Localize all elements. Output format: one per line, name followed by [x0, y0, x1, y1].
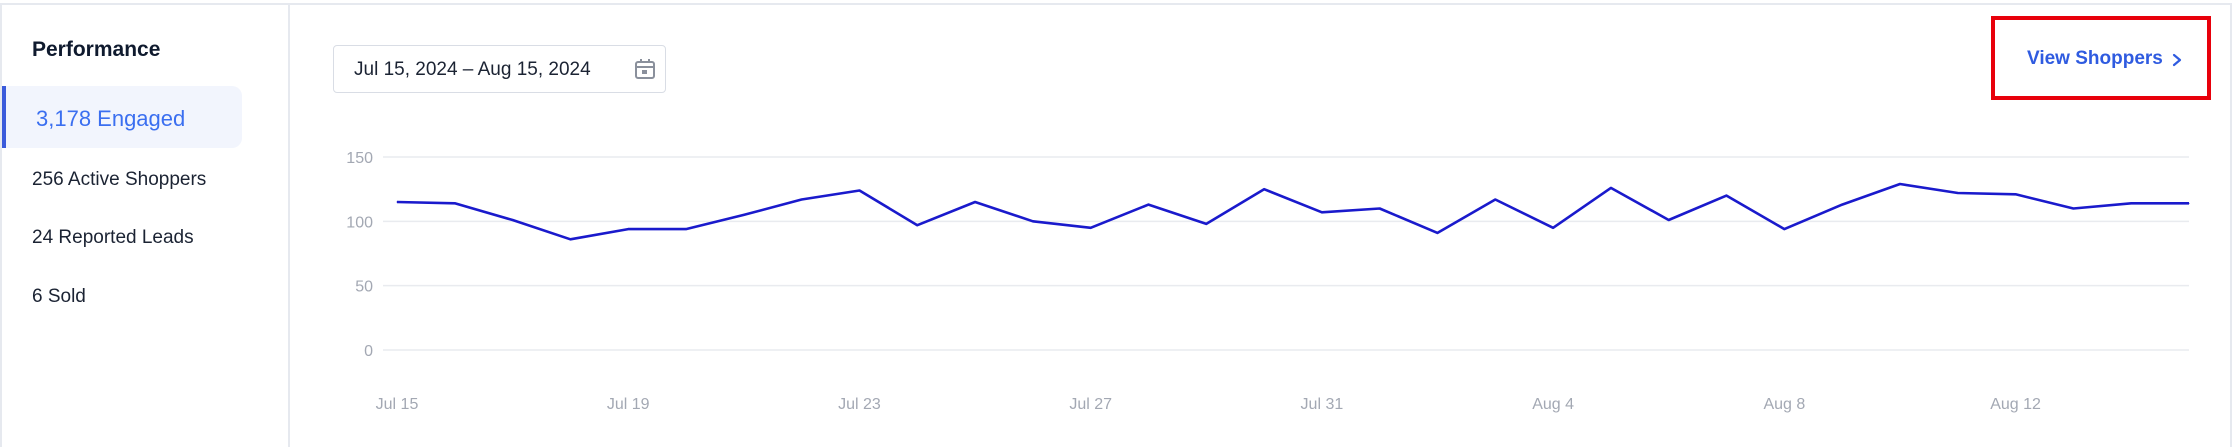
x-tick-label: Jul 23 [838, 396, 881, 413]
data-point [1437, 232, 1439, 234]
data-point [1899, 183, 1901, 185]
data-point [1379, 207, 1381, 209]
x-tick-label: Aug 12 [1990, 396, 2041, 413]
data-point [858, 189, 860, 191]
data-point [2072, 207, 2074, 209]
y-tick-label: 150 [346, 150, 373, 167]
data-point [2188, 202, 2190, 204]
data-point [1494, 198, 1496, 200]
series-line [396, 182, 2189, 241]
data-point [1552, 227, 1554, 229]
x-tick-label: Aug 8 [1763, 396, 1805, 413]
data-point [454, 202, 456, 204]
data-point [512, 219, 514, 221]
x-tick-label: Jul 15 [376, 396, 419, 413]
data-point [916, 224, 918, 226]
data-point [1032, 220, 1034, 222]
data-point [685, 228, 687, 230]
data-point [1957, 192, 1959, 194]
engagement-line-chart: 0 50 100 150 Jul 15 Jul 19 Jul 23 Jul 27 Jul 31 A… [346, 150, 2190, 413]
data-point [1668, 219, 1670, 221]
y-tick-label: 100 [346, 214, 373, 231]
y-tick-label: 0 [364, 343, 373, 360]
data-point [627, 228, 629, 230]
data-point [1205, 223, 1207, 225]
x-tick-label: Jul 31 [1301, 396, 1344, 413]
data-point [743, 214, 745, 216]
y-tick-label: 50 [355, 279, 373, 296]
data-point [1147, 204, 1149, 206]
data-point [1263, 188, 1265, 190]
data-point [974, 201, 976, 203]
data-point [1726, 195, 1728, 197]
data-point [1783, 228, 1785, 230]
x-tick-label: Jul 19 [607, 396, 650, 413]
data-point [2130, 202, 2132, 204]
data-point [2015, 193, 2017, 195]
data-point [1090, 227, 1092, 229]
data-point [1610, 187, 1612, 189]
x-tick-label: Jul 27 [1069, 396, 1112, 413]
data-point [1321, 211, 1323, 213]
data-point [801, 198, 803, 200]
data-point [1841, 204, 1843, 206]
data-point [396, 201, 398, 203]
x-tick-label: Aug 4 [1532, 396, 1574, 413]
data-point [569, 238, 571, 240]
